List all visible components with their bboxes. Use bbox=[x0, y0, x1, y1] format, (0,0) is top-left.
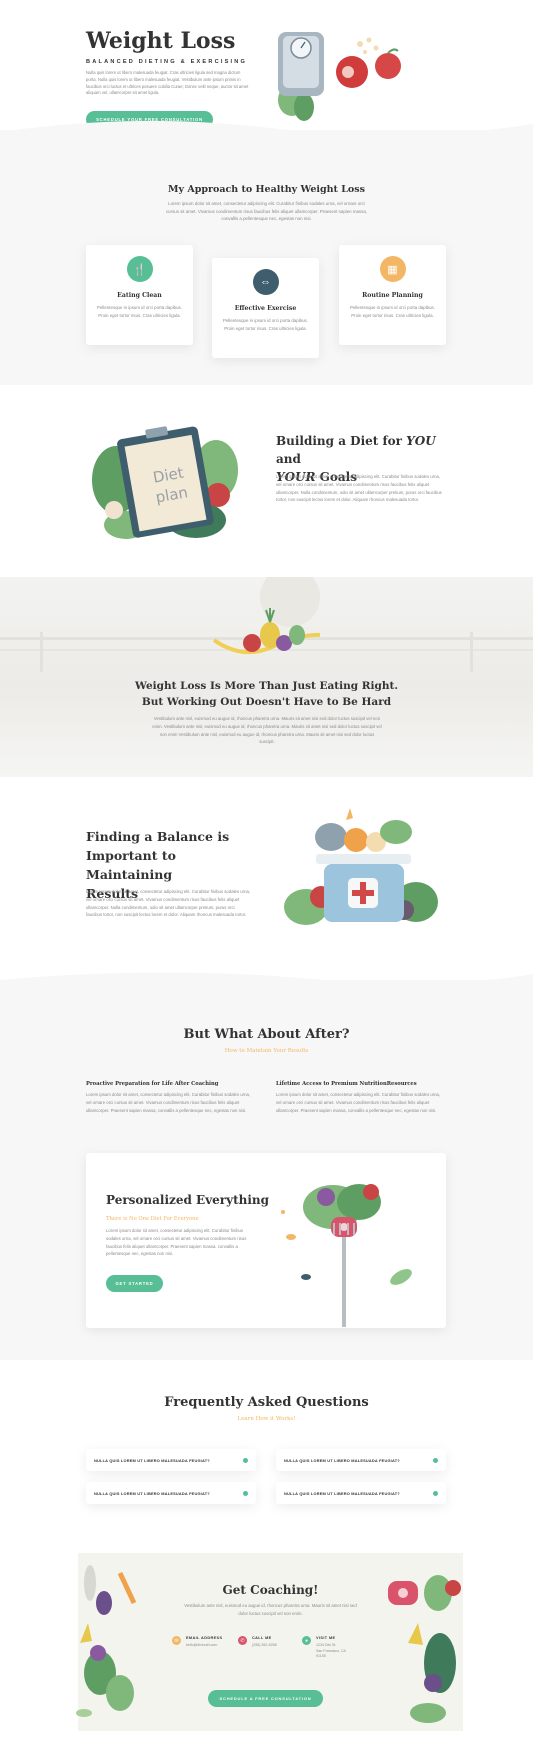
feature-body: Pellentesque in ipsum id orci porta dapi… bbox=[223, 318, 308, 331]
feature-eating: 🍴 Eating Clean Pellentesque in ipsum id … bbox=[86, 256, 193, 320]
faq-item[interactable]: NULLA QUIS LOREM UT LIBERO MALESUADA FEU… bbox=[86, 1482, 256, 1504]
faq-subtitle: Learn How it Works! bbox=[237, 1416, 296, 1422]
contact-visit: ● VISIT ME 1234 Divi St. San Francisco, … bbox=[302, 1636, 346, 1660]
faq-question: NULLA QUIS LOREM UT LIBERO MALESUADA FEU… bbox=[284, 1490, 400, 1496]
feature-title: Routine Planning bbox=[362, 292, 423, 299]
workout-title: Weight Loss Is More Than Just Eating Rig… bbox=[135, 680, 398, 708]
fruit-tape-illustration bbox=[212, 608, 321, 655]
visit-address: 1234 Divi St. San Francisco, CA 91155 bbox=[316, 1643, 346, 1658]
feature-body: Pellentesque in ipsum id orci porta dapi… bbox=[350, 305, 435, 318]
call-value[interactable]: (255) 352-6258 bbox=[252, 1643, 277, 1649]
approach-section: My Approach to Healthy Weight Loss Lorem… bbox=[0, 130, 533, 385]
after-subtitle: How to Maintain Your Results bbox=[224, 1048, 309, 1054]
balance-body: Lorem ipsum dolor sit amet, consectetur … bbox=[86, 889, 251, 918]
diet-body: Lorem ipsum dolor sit amet, consectetur … bbox=[276, 474, 442, 503]
dumbbell-icon: ⇔ bbox=[252, 269, 279, 295]
faq-section: Frequently Asked Questions Learn How it … bbox=[0, 1360, 533, 1545]
calendar-icon: ▦ bbox=[379, 256, 406, 282]
feature-body: Pellentesque in ipsum id orci porta dapi… bbox=[97, 305, 182, 318]
coaching-body: Vestibulum ante nisl, euismod eu augue i… bbox=[184, 1603, 357, 1616]
feature-title: Eating Clean bbox=[117, 292, 162, 299]
kitchen-scale-illustration bbox=[284, 808, 438, 925]
email-icon: ✉ bbox=[172, 1636, 181, 1645]
visit-label: VISIT ME bbox=[316, 1636, 336, 1640]
feature-title: Effective Exercise bbox=[234, 305, 297, 312]
after-section: But What About After? How to Maintain Yo… bbox=[0, 972, 533, 1360]
after-col1-title: Proactive Preparation for Life After Coa… bbox=[86, 1081, 219, 1087]
hero-section: Weight Loss BALANCED DIETING & EXERCISIN… bbox=[0, 0, 533, 150]
after-col2-body: Lorem ipsum dolor sit amet, consectetur … bbox=[276, 1092, 441, 1113]
after-wave-divider bbox=[0, 972, 533, 996]
email-value[interactable]: hello@divinutri.com bbox=[186, 1643, 222, 1649]
personalized-title: Personalized Everything bbox=[106, 1193, 270, 1207]
chevron-icon bbox=[433, 1457, 438, 1463]
call-label: CALL ME bbox=[252, 1636, 272, 1640]
faq-item[interactable]: NULLA QUIS LOREM UT LIBERO MALESUADA FEU… bbox=[276, 1482, 446, 1504]
chevron-icon bbox=[243, 1457, 248, 1463]
contact-call: ✆ CALL ME (255) 352-6258 bbox=[238, 1636, 277, 1649]
after-col2-title: Lifetime Access to Premium NutritionReso… bbox=[276, 1081, 417, 1087]
coaching-section: Get Coaching! Vestibulum ante nisl, euis… bbox=[76, 1553, 463, 1731]
coaching-title: Get Coaching! bbox=[222, 1583, 319, 1597]
approach-body: Lorem ipsum dolor sit amet, consectetur … bbox=[165, 201, 367, 222]
hero-title: Weight Loss bbox=[86, 28, 236, 54]
chevron-icon bbox=[243, 1490, 248, 1496]
feature-routine: ▦ Routine Planning Pellentesque in ipsum… bbox=[339, 256, 446, 320]
chevron-icon bbox=[433, 1490, 438, 1496]
map-pin-icon: ● bbox=[302, 1636, 311, 1645]
feature-exercise: ⇔ Effective Exercise Pellentesque in ips… bbox=[212, 269, 319, 333]
workout-body: Vestibulum ante nisl, euismod eu augue i… bbox=[152, 716, 382, 745]
balance-section: Finding a Balance is Important to Maintai… bbox=[0, 777, 533, 992]
faq-title: Frequently Asked Questions bbox=[164, 1395, 369, 1410]
contact-email: ✉ EMAIL ADDRESS hello@divinutri.com bbox=[172, 1636, 222, 1649]
get-started-button[interactable]: GET STARTED bbox=[106, 1275, 163, 1292]
diet-plan-section: Diet plan Building a Diet for YOU and YO… bbox=[0, 385, 533, 577]
schedule-consultation-button[interactable]: SCHEDULE A FREE CONSULTATION bbox=[208, 1690, 323, 1707]
faq-question: NULLA QUIS LOREM UT LIBERO MALESUADA FEU… bbox=[94, 1457, 210, 1463]
faq-question: NULLA QUIS LOREM UT LIBERO MALESUADA FEU… bbox=[284, 1457, 400, 1463]
faq-question: NULLA QUIS LOREM UT LIBERO MALESUADA FEU… bbox=[94, 1490, 210, 1496]
workout-section: Weight Loss Is More Than Just Eating Rig… bbox=[0, 577, 533, 777]
phone-icon: ✆ bbox=[238, 1636, 247, 1645]
hero-subtitle: BALANCED DIETING & EXERCISING bbox=[86, 59, 248, 65]
veggies-left-illustration bbox=[76, 1565, 137, 1717]
fork-salad-illustration bbox=[281, 1184, 412, 1327]
personalized-body: Lorem ipsum dolor sit amet, consectetur … bbox=[106, 1228, 247, 1257]
after-col1-body: Lorem ipsum dolor sit amet, consectetur … bbox=[86, 1092, 251, 1113]
email-label: EMAIL ADDRESS bbox=[186, 1636, 223, 1640]
utensils-icon: 🍴 bbox=[126, 256, 153, 282]
hero-body: Nulla quis lorem ut libero malesuada feu… bbox=[86, 70, 249, 96]
personalized-card: Personalized Everything There is No One … bbox=[86, 1153, 446, 1328]
faq-item[interactable]: NULLA QUIS LOREM UT LIBERO MALESUADA FEU… bbox=[86, 1449, 256, 1471]
approach-title: My Approach to Healthy Weight Loss bbox=[168, 184, 365, 195]
after-title: But What About After? bbox=[183, 1027, 350, 1042]
faq-item[interactable]: NULLA QUIS LOREM UT LIBERO MALESUADA FEU… bbox=[276, 1449, 446, 1471]
personalized-subtitle: There is No One Diet For Everyone bbox=[106, 1216, 199, 1222]
